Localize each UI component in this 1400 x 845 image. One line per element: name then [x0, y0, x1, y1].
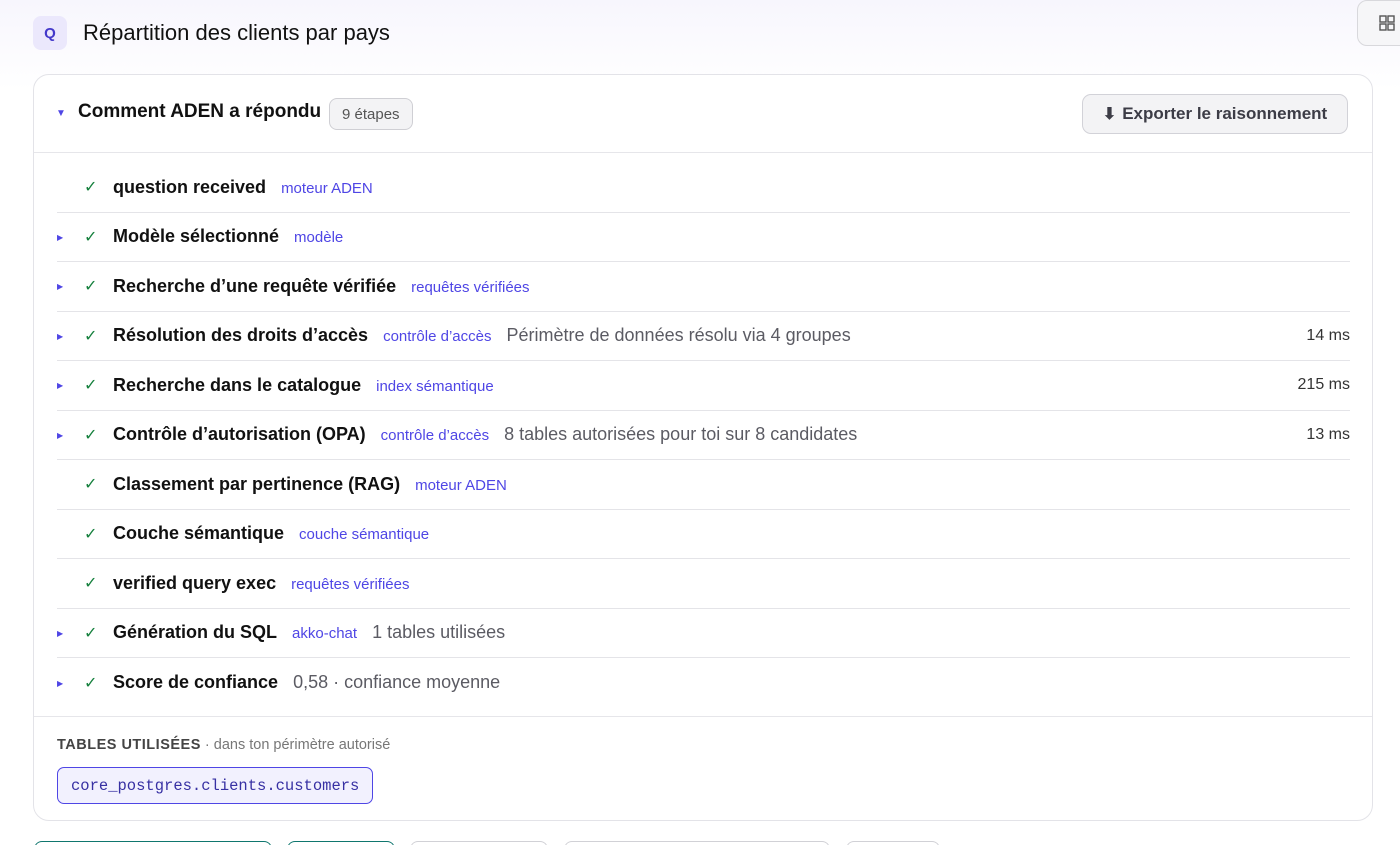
question-badge: Q	[33, 16, 67, 50]
step-detail: Périmètre de données résolu via 4 groupe…	[506, 325, 851, 346]
triangle-right-icon[interactable]: ▶	[57, 629, 63, 638]
check-icon: ✓	[84, 228, 98, 246]
step-row: ✓ Classement par pertinence (RAG) moteur A…	[57, 460, 1350, 510]
step-tag: couche sémantique	[299, 526, 430, 544]
triangle-right-icon[interactable]: ▶	[57, 381, 63, 390]
step-tag: requêtes vérifiées	[291, 575, 410, 593]
step-detail: 8 tables autorisées pour toi sur 8 candi…	[504, 424, 858, 445]
step-name: Contrôle d’autorisation (OPA)	[113, 424, 366, 445]
step-row[interactable]: ▶ ✓ Modèle sélectionné modèle	[57, 213, 1350, 262]
check-icon: ✓	[84, 377, 98, 395]
export-reasoning-label: Exporter le raisonnement	[1122, 104, 1328, 123]
check-icon: ✓	[84, 426, 98, 444]
step-timing: 14 ms	[1306, 326, 1350, 344]
step-name: Classement par pertinence (RAG)	[113, 473, 401, 494]
table-chip[interactable]: core_postgres.clients.customers	[57, 767, 374, 804]
question-header: Q Répartition des clients par pays	[33, 16, 390, 50]
action-button[interactable]	[410, 841, 548, 845]
step-name: Génération du SQL	[113, 622, 278, 643]
step-timing: 215 ms	[1297, 376, 1350, 394]
step-name: Recherche d’une requête vérifiée	[113, 275, 397, 296]
reasoning-title: Comment ADEN a répondu	[78, 101, 322, 122]
step-tag: index sémantique	[376, 377, 494, 395]
check-icon: ✓	[84, 327, 98, 345]
step-tag: contrôle d’accès	[380, 427, 490, 445]
step-name: Couche sémantique	[113, 523, 285, 544]
step-row[interactable]: ▶ ✓ Recherche d’une requête vérifiée requêt…	[57, 262, 1350, 312]
reasoning-panel-header: ▼ Comment ADEN a répondu 9 étapes ⬇ Expo…	[34, 75, 1372, 153]
action-button[interactable]	[34, 841, 272, 845]
step-row[interactable]: ▶ ✓ Score de confiance 0,58 · confiance moy…	[57, 658, 1350, 708]
step-name: Score de confiance	[113, 672, 279, 693]
triangle-right-icon[interactable]: ▶	[57, 282, 63, 291]
triangle-right-icon[interactable]: ▶	[57, 431, 63, 440]
steps-list: ✓ question received moteur ADEN ▶ ✓ Modèle sé…	[57, 163, 1350, 708]
step-tag: moteur ADEN	[281, 179, 373, 197]
action-button[interactable]	[846, 841, 940, 845]
step-name: question received	[113, 176, 267, 197]
step-name: Recherche dans le catalogue	[113, 374, 362, 395]
export-reasoning-button[interactable]: ⬇ Exporter le raisonnement	[1082, 94, 1348, 134]
check-icon: ✓	[84, 476, 98, 494]
check-icon: ✓	[84, 179, 98, 197]
step-row[interactable]: ▶ ✓ Génération du SQL akko-chat 1 tables uti…	[57, 609, 1350, 658]
step-tag: akko-chat	[292, 625, 358, 643]
step-tag: modèle	[294, 229, 344, 247]
grid-icon	[1379, 15, 1395, 31]
step-tag: contrôle d’accès	[383, 328, 492, 346]
steps-count-badge: 9 étapes	[329, 98, 413, 130]
check-icon: ✓	[84, 575, 98, 593]
step-tag: requêtes vérifiées	[411, 278, 530, 296]
step-row: ✓ verified query exec requêtes vérifiées	[57, 559, 1350, 609]
step-name: Résolution des droits d’accès	[113, 325, 369, 346]
layout-toggle-button[interactable]	[1357, 0, 1400, 46]
triangle-right-icon[interactable]: ▶	[57, 332, 63, 341]
check-icon: ✓	[84, 525, 98, 543]
triangle-right-icon[interactable]: ▶	[57, 679, 63, 688]
triangle-down-icon[interactable]: ▼	[56, 108, 66, 119]
action-button[interactable]	[564, 841, 830, 845]
question-title: Répartition des clients par pays	[83, 20, 390, 45]
check-icon: ✓	[84, 278, 98, 296]
step-detail: 1 tables utilisées	[372, 622, 506, 643]
step-row: ✓ question received moteur ADEN	[57, 163, 1350, 213]
step-row[interactable]: ▶ ✓ Résolution des droits d’accès contrôle …	[57, 312, 1350, 361]
step-row[interactable]: ▶ ✓ Recherche dans le catalogue index séman…	[57, 361, 1350, 411]
action-buttons-row	[0, 841, 1400, 845]
triangle-right-icon[interactable]: ▶	[57, 233, 63, 242]
step-timing: 13 ms	[1306, 425, 1350, 443]
step-row[interactable]: ▶ ✓ Contrôle d’autorisation (OPA) contrôle …	[57, 411, 1350, 460]
step-tag: moteur ADEN	[415, 476, 507, 494]
step-name: Modèle sélectionné	[113, 226, 280, 247]
step-name: verified query exec	[113, 572, 277, 593]
reasoning-panel: ▼ Comment ADEN a répondu 9 étapes ⬇ Expo…	[33, 74, 1373, 821]
tables-used-label: TABLES UTILISÉES · dans ton périmètre au…	[57, 737, 391, 753]
check-icon: ✓	[84, 674, 98, 692]
download-icon: ⬇	[1102, 106, 1117, 123]
check-icon: ✓	[84, 624, 98, 642]
tables-used-section: TABLES UTILISÉES · dans ton périmètre au…	[34, 716, 1372, 820]
step-detail: 0,58 · confiance moyenne	[293, 672, 501, 693]
action-button[interactable]	[287, 841, 395, 845]
step-row: ✓ Couche sémantique couche sémantique	[57, 510, 1350, 559]
